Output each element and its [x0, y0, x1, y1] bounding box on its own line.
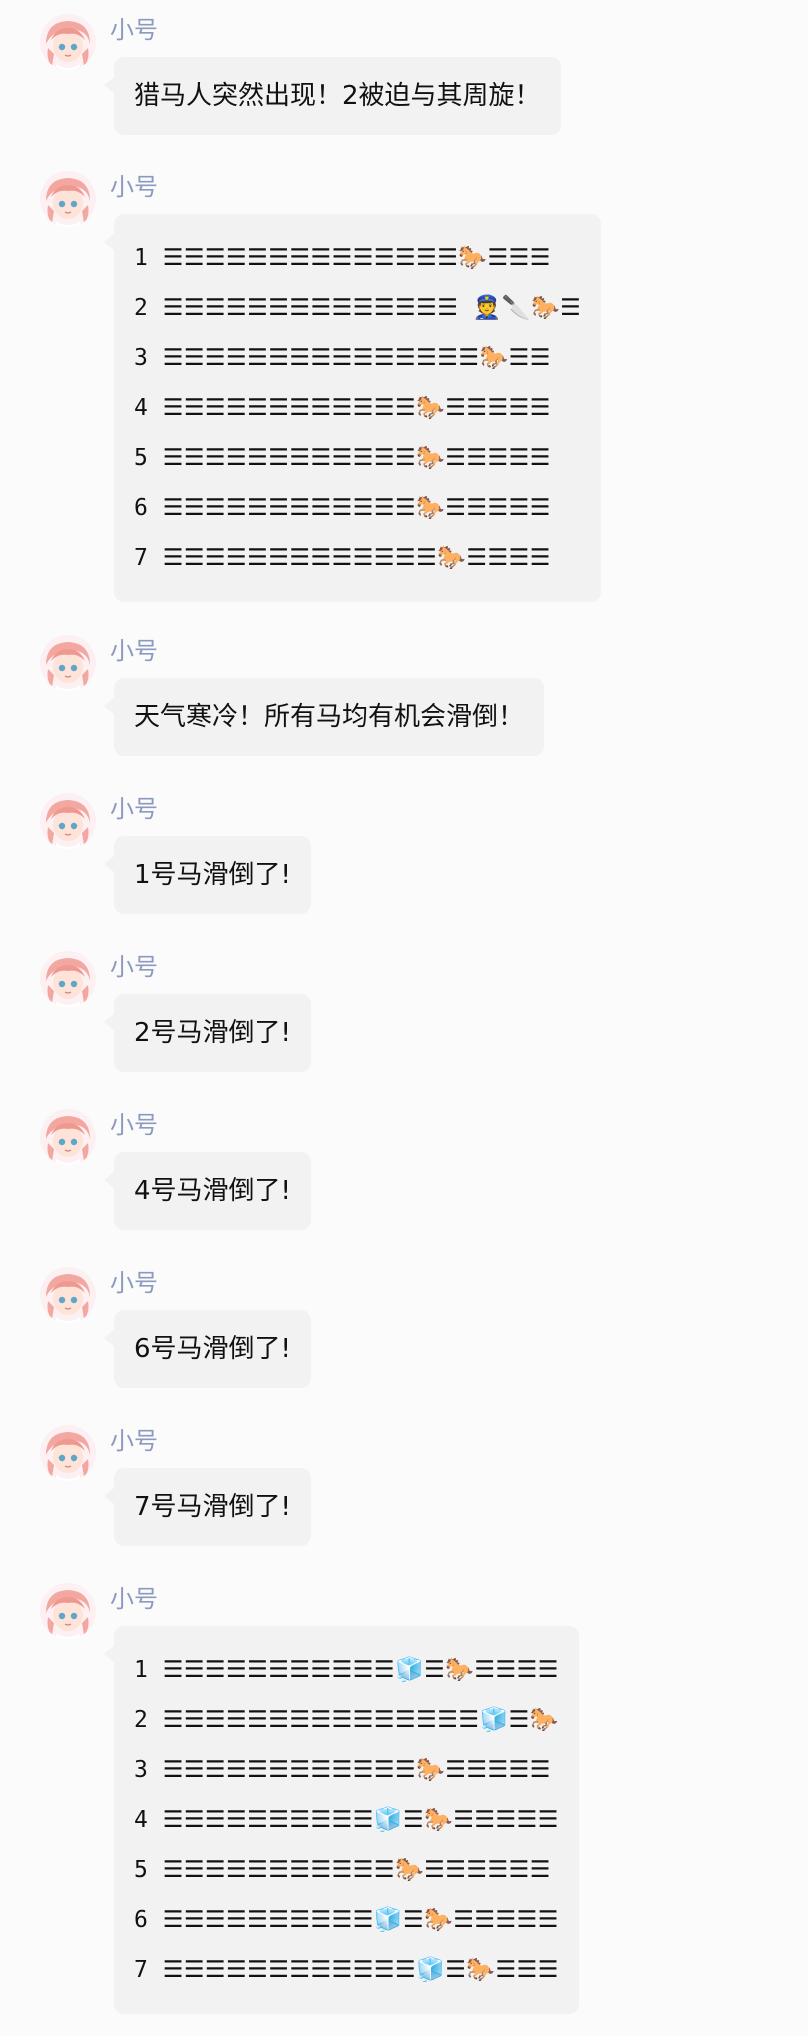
sender-name: 小号 — [110, 1427, 158, 1455]
sender-name: 小号 — [110, 795, 158, 823]
message-bubble[interactable]: 7号马滑倒了! — [104, 1468, 311, 1546]
chat-message: 小号 4号马滑倒了! — [0, 1095, 808, 1235]
race-track-row: 4 ☰☰☰☰☰☰☰☰☰☰☰☰🐎☰☰☰☰☰ — [134, 395, 551, 421]
sender-name: 小号 — [110, 953, 158, 981]
race-track-row: 3 ☰☰☰☰☰☰☰☰☰☰☰☰🐎☰☰☰☰☰ — [134, 1757, 551, 1783]
race-track-row: 1 ☰☰☰☰☰☰☰☰☰☰☰🧊☰🐎☰☰☰☰ — [134, 1657, 559, 1683]
avatar[interactable] — [40, 14, 96, 70]
message-bubble[interactable]: 2号马滑倒了! — [104, 994, 311, 1072]
chat-message: 小号 1 ☰☰☰☰☰☰☰☰☰☰☰☰☰☰🐎☰☰☰ 2 ☰☰☰☰☰☰☰☰☰☰☰☰☰☰… — [0, 157, 808, 607]
chat-message: 小号 6号马滑倒了! — [0, 1253, 808, 1393]
race-track-row: 7 ☰☰☰☰☰☰☰☰☰☰☰☰🧊☰🐎☰☰☰ — [134, 1957, 559, 1983]
sender-name: 小号 — [110, 173, 158, 201]
sender-name: 小号 — [110, 16, 158, 44]
message-bubble[interactable]: 猎马人突然出现！2被迫与其周旋！ — [104, 57, 561, 135]
chat-message: 小号 天气寒冷！所有马均有机会滑倒！ — [0, 621, 808, 761]
chat-message: 小号 1号马滑倒了! — [0, 779, 808, 919]
sender-name: 小号 — [110, 1585, 158, 1613]
race-track-row: 2 ☰☰☰☰☰☰☰☰☰☰☰☰☰☰ 👮🔪🐎☰ — [134, 295, 582, 321]
race-track-row: 6 ☰☰☰☰☰☰☰☰☰☰🧊☰🐎☰☰☰☰☰ — [134, 1907, 559, 1933]
sender-name: 小号 — [110, 1269, 158, 1297]
race-board-bubble[interactable]: 1 ☰☰☰☰☰☰☰☰☰☰☰☰☰☰🐎☰☰☰ 2 ☰☰☰☰☰☰☰☰☰☰☰☰☰☰ 👮🔪… — [103, 214, 602, 602]
sender-name: 小号 — [110, 637, 158, 665]
avatar[interactable] — [40, 951, 96, 1007]
race-track-row: 7 ☰☰☰☰☰☰☰☰☰☰☰☰☰🐎☰☰☰☰ — [134, 545, 551, 571]
chat-message: 小号 7号马滑倒了! — [0, 1411, 808, 1551]
avatar[interactable] — [40, 635, 96, 691]
race-track-row: 1 ☰☰☰☰☰☰☰☰☰☰☰☰☰☰🐎☰☰☰ — [134, 245, 551, 271]
chat-log: 小号 猎马人突然出现！2被迫与其周旋！ 小号 1 ☰☰☰☰☰☰☰☰☰☰☰☰☰☰🐎… — [0, 0, 808, 2036]
race-track-row: 6 ☰☰☰☰☰☰☰☰☰☰☰☰🐎☰☰☰☰☰ — [134, 495, 551, 521]
sender-name: 小号 — [110, 1111, 158, 1139]
message-bubble[interactable]: 1号马滑倒了! — [104, 836, 311, 914]
race-board-bubble[interactable]: 1 ☰☰☰☰☰☰☰☰☰☰☰🧊☰🐎☰☰☰☰ 2 ☰☰☰☰☰☰☰☰☰☰☰☰☰☰☰🧊☰… — [104, 1626, 579, 2014]
message-bubble[interactable]: 4号马滑倒了! — [104, 1152, 311, 1230]
race-track-row: 5 ☰☰☰☰☰☰☰☰☰☰☰☰🐎☰☰☰☰☰ — [134, 445, 551, 471]
avatar[interactable] — [40, 1583, 96, 1639]
message-bubble[interactable]: 天气寒冷！所有马均有机会滑倒！ — [103, 678, 545, 756]
race-track-row: 3 ☰☰☰☰☰☰☰☰☰☰☰☰☰☰☰🐎☰☰ — [134, 345, 551, 371]
chat-message: 小号 1 ☰☰☰☰☰☰☰☰☰☰☰🧊☰🐎☰☰☰☰ 2 ☰☰☰☰☰☰☰☰☰☰☰☰☰☰… — [0, 1569, 808, 2019]
avatar[interactable] — [40, 1425, 96, 1481]
race-track-row: 5 ☰☰☰☰☰☰☰☰☰☰☰🐎☰☰☰☰☰☰ — [134, 1857, 551, 1883]
avatar[interactable] — [40, 1109, 96, 1165]
chat-message: 小号 2号马滑倒了! — [0, 937, 808, 1077]
message-bubble[interactable]: 6号马滑倒了! — [104, 1310, 311, 1388]
race-track-row: 4 ☰☰☰☰☰☰☰☰☰☰🧊☰🐎☰☰☰☰☰ — [134, 1807, 559, 1833]
chat-message: 小号 猎马人突然出现！2被迫与其周旋！ — [0, 0, 808, 140]
avatar[interactable] — [40, 1267, 96, 1323]
race-track-row: 2 ☰☰☰☰☰☰☰☰☰☰☰☰☰☰☰🧊☰🐎 — [134, 1707, 559, 1733]
avatar[interactable] — [40, 793, 96, 849]
avatar[interactable] — [40, 171, 96, 227]
